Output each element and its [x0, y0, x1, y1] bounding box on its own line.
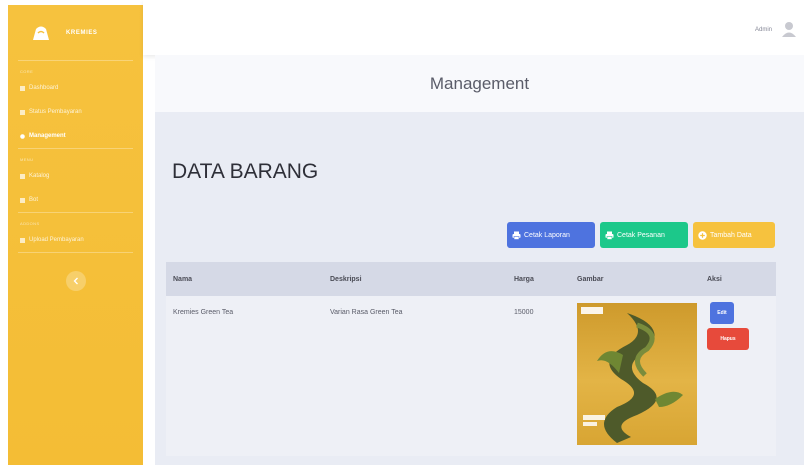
brand-name: KREMIES	[66, 29, 98, 36]
sidebar-item-bot[interactable]: Bot	[8, 188, 143, 212]
product-image	[577, 303, 697, 445]
button-label: Tambah Data	[710, 231, 752, 239]
print-icon	[605, 231, 614, 240]
cell-harga: 15000	[514, 309, 534, 316]
page-title: Management	[429, 73, 530, 93]
cell-gambar	[571, 296, 701, 456]
column-header-harga: Harga	[514, 275, 534, 283]
table-icon	[20, 109, 25, 115]
sidebar-heading-addons: ADDONS	[20, 221, 40, 226]
cell-nama: Kremies Green Tea	[173, 309, 234, 316]
column-header-aksi: Aksi	[707, 275, 722, 283]
main-content: DATA BARANG Cetak Laporan Cetak Pesanan	[155, 112, 804, 465]
sidebar-item-label: Upload Pembayaran	[29, 237, 84, 243]
sidebar-heading-menu: MENU	[20, 157, 34, 162]
user-name[interactable]: Admin	[755, 27, 772, 33]
sidebar-item-management[interactable]: Management	[8, 124, 143, 148]
sidebar-item-label: Status Pembayaran	[29, 109, 82, 115]
sidebar-item-label: Management	[29, 133, 66, 139]
robot-icon	[20, 197, 25, 203]
cetak-pesanan-button[interactable]: Cetak Pesanan	[600, 222, 688, 248]
sidebar-item-katalog[interactable]: Katalog	[8, 164, 143, 188]
sidebar-heading-core: CORE	[20, 69, 34, 74]
sidebar-item-label: Katalog	[29, 173, 50, 179]
sidebar-item-status-pembayaran[interactable]: Status Pembayaran	[8, 100, 143, 124]
cell-aksi: Edit Hapus	[701, 296, 776, 456]
brand[interactable]: KREMIES	[8, 5, 143, 60]
plus-circle-icon	[698, 230, 707, 240]
upload-icon	[20, 237, 25, 243]
delete-button[interactable]: Hapus	[707, 328, 749, 350]
tambah-data-button[interactable]: Tambah Data	[693, 222, 775, 248]
dashboard-icon	[20, 85, 25, 91]
sidebar: KREMIES CORE Dashboard Status Pembayaran…	[8, 5, 143, 465]
table-row: Kremies Green Tea Varian Rasa Green Tea …	[166, 296, 776, 456]
sidebar-item-upload-pembayaran[interactable]: Upload Pembayaran	[8, 228, 143, 252]
edit-button[interactable]: Edit	[710, 302, 734, 324]
sidebar-toggle-button[interactable]	[65, 271, 86, 291]
section-title: DATA BARANG	[172, 160, 319, 183]
print-icon	[512, 231, 521, 240]
action-buttons: Cetak Laporan Cetak Pesanan Tambah Data	[507, 222, 775, 248]
sidebar-divider	[18, 252, 133, 253]
column-header-deskripsi: Deskripsi	[330, 275, 362, 283]
column-header-gambar: Gambar	[577, 275, 604, 283]
topbar: Admin	[143, 0, 804, 55]
user-avatar-icon[interactable]	[782, 21, 796, 37]
cell-deskripsi: Varian Rasa Green Tea	[330, 309, 403, 316]
data-table: Nama Deskripsi Harga Gambar Aksi Kremies…	[166, 262, 776, 456]
folder-icon	[20, 173, 25, 179]
chevron-left-icon	[73, 277, 78, 285]
green-tea-product-picture	[581, 307, 683, 443]
button-label: Cetak Laporan	[524, 231, 570, 239]
cetak-laporan-button[interactable]: Cetak Laporan	[507, 222, 595, 248]
column-header-nama: Nama	[173, 275, 193, 283]
sidebar-item-dashboard[interactable]: Dashboard	[8, 76, 143, 100]
sidebar-item-label: Bot	[29, 197, 39, 203]
sidebar-item-label: Dashboard	[29, 85, 59, 91]
button-label: Cetak Pesanan	[617, 231, 665, 239]
cog-icon	[20, 133, 25, 139]
table-header: Nama Deskripsi Harga Gambar Aksi	[166, 262, 776, 296]
page-header: Management	[155, 55, 804, 112]
brand-logo-icon	[33, 26, 49, 40]
